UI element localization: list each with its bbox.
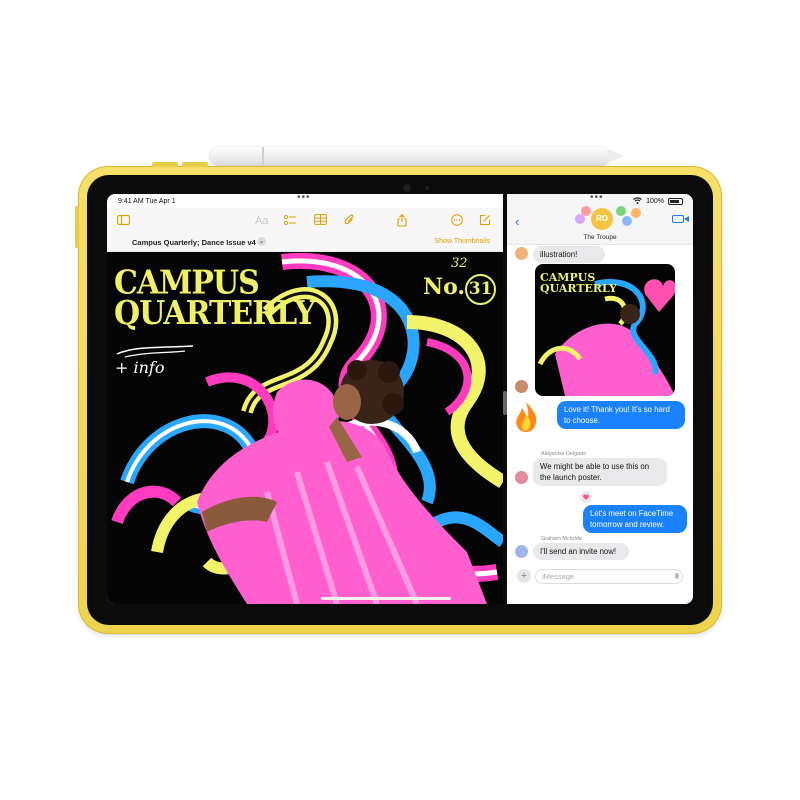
video-call-icon[interactable] [672,215,689,223]
outgoing-message: Love it! Thank you! It's so hard to choo… [557,401,685,429]
show-thumbnails-button[interactable]: Show Thumbnails [434,238,490,245]
screen: 9:41 AM Tue Apr 1 ••• ••• 100% Aa Campus… [107,194,693,604]
outgoing-message: Let's meet on FaceTime tomorrow and revi… [583,505,687,533]
avatar [515,545,528,558]
incoming-message: We might be able to use this on the laun… [533,458,667,486]
table-icon[interactable] [314,214,327,228]
home-indicator[interactable] [321,597,451,600]
volume-down-button [182,162,208,167]
attachment-icon[interactable] [344,214,355,229]
share-icon[interactable] [397,214,407,230]
shared-poster-image[interactable]: CAMPUS QUARTERLY [535,264,675,396]
document-title[interactable]: Campus Quarterly; Dance Issue v4 [132,238,256,247]
more-icon[interactable] [451,214,463,229]
status-bar: 9:41 AM Tue Apr 1 ••• ••• 100% [107,194,693,208]
power-button [75,206,79,248]
incoming-message: illustration! [533,246,605,263]
poster-title: CAMPUS QUARTERLY [114,263,316,333]
shared-image-title: CAMPUS QUARTERLY [540,271,617,295]
incoming-message: I'll send an invite now! [533,543,629,560]
document-title-bar: Campus Quarterly; Dance Issue v4 ⌄ Show … [107,236,503,252]
multitask-handle-right[interactable]: ••• [590,194,604,203]
pencil-band [262,147,264,165]
multitask-handle-left[interactable]: ••• [297,194,311,203]
notes-toolbar: Aa [107,208,503,236]
poster-issue: No. 31 [423,274,497,305]
poster-artwork: CAMPUS QUARTERLY 32 No. 31 + info [107,252,503,604]
message-input[interactable]: iMessage [535,569,683,584]
group-name[interactable]: The Troupe [507,234,693,241]
front-camera [403,184,429,192]
member-avatar[interactable] [631,208,641,218]
poster-volume: 32 [451,256,468,271]
issue-number: 31 [465,274,497,305]
apple-pencil [210,147,624,165]
member-avatar[interactable] [622,216,632,226]
notes-app-pane: Aa Campus Quarterly; Dance Issue v4 ⌄ Sh… [107,194,503,604]
text-format-icon[interactable]: Aa [255,214,268,228]
message-compose-bar: + iMessage [507,566,693,588]
checklist-icon[interactable] [283,214,296,229]
fire-sticker-icon [513,400,539,441]
avatar [515,471,528,484]
group-avatar[interactable]: RO [591,208,613,230]
status-time: 9:41 AM Tue Apr 1 [118,198,176,205]
messages-app-pane: ‹ RO The Troupe illustration! CAMPUS QUA… [507,194,693,604]
scribble-underline [116,345,194,358]
avatar [515,380,528,393]
compose-icon[interactable] [479,214,491,229]
chevron-down-icon[interactable]: ⌄ [257,237,266,246]
battery-icon [668,198,683,205]
status-indicators: 100% [633,197,683,206]
sidebar-icon[interactable] [117,214,130,228]
volume-up-button [152,162,178,167]
sender-name: Alejandra Delgado [541,451,587,457]
heart-tapback-icon [579,491,593,505]
pencil-tip [608,149,624,163]
back-chevron-icon[interactable]: ‹ [515,214,519,229]
avatar [515,247,528,260]
wifi-icon [633,197,642,206]
plus-icon[interactable]: + [517,569,531,583]
battery-percent: 100% [646,198,664,205]
microphone-icon[interactable] [675,573,679,579]
sender-name: Graham Mcbride [541,536,582,542]
poster-handwritten-note: + info [115,358,165,377]
